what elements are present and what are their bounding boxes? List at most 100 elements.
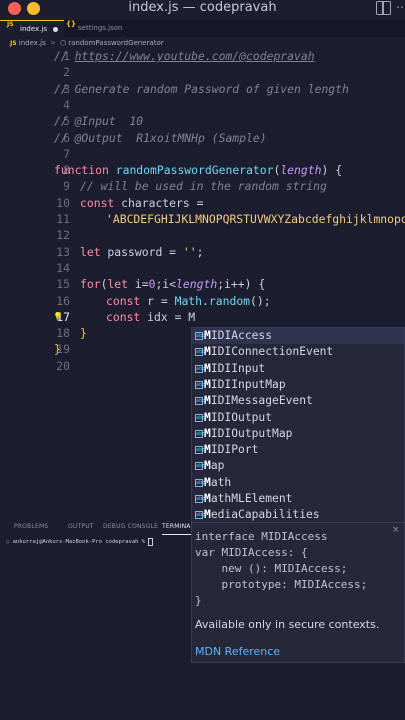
line-number: 10 <box>56 195 70 210</box>
keyword: const <box>80 195 115 210</box>
keyword: let <box>80 244 101 259</box>
window-title: index.js — codepravah <box>128 0 277 15</box>
line-number: 14 <box>56 260 70 275</box>
code-line-current: 17 💡 const idx = M <box>0 309 405 325</box>
suggestion-rest: ap <box>210 459 225 473</box>
breadcrumb-separator: > <box>50 39 56 47</box>
comment: // will be used in the random string <box>80 179 327 194</box>
code-line: 5// @Input 10 <box>0 113 405 129</box>
line-number: 15 <box>56 277 70 292</box>
text-suggestion-icon: abc <box>195 462 205 471</box>
code-text: password = <box>100 244 183 259</box>
suggestion-item[interactable]: abc MediaCapabilities <box>192 507 404 522</box>
function-name: random <box>208 293 251 308</box>
suggestion-item[interactable]: abc MIDIAccess <box>192 328 404 345</box>
text-suggestion-icon: abc <box>195 446 205 455</box>
youtube-link[interactable]: https://www.youtube.com/@codepravah <box>75 49 315 63</box>
suggestion-item[interactable]: abc MIDIOutput <box>192 410 404 426</box>
code-line: 7 <box>0 146 405 162</box>
tab-output[interactable]: OUTPUT <box>68 520 94 534</box>
comment: // <box>54 49 75 63</box>
toggle-layout-icon[interactable] <box>376 1 391 15</box>
unsaved-dot-icon[interactable] <box>53 27 58 32</box>
lightbulb-icon[interactable]: 💡 <box>53 309 63 325</box>
mdn-reference-link[interactable]: MDN Reference <box>195 645 280 658</box>
keyword: const <box>106 293 141 308</box>
keyword: let <box>107 277 129 292</box>
code-line: 12 <box>0 227 405 243</box>
line-number: 13 <box>56 244 70 259</box>
breadcrumb-symbol[interactable]: randomPasswordGenerator <box>68 39 163 47</box>
code-line: 8 function randomPasswordGenerator(length… <box>0 162 405 178</box>
code-text: idx = M <box>140 309 196 324</box>
suggestion-match: M <box>204 410 211 424</box>
suggestion-match: M <box>204 361 211 375</box>
suggestion-item[interactable]: abc MIDIOutputMap <box>192 426 404 442</box>
punctuation: . <box>202 293 209 308</box>
suggestion-rest: IDIOutputMap <box>210 426 293 440</box>
code-line: 14 <box>0 260 405 276</box>
suggestion-item[interactable]: abc MIDIInputMap <box>192 377 404 393</box>
line-number: 16 <box>56 293 70 308</box>
suggestion-item[interactable]: abc MIDIInput <box>192 361 404 377</box>
suggestion-list[interactable]: abc MIDIAccess abc MIDIConnectionEvent abc… <box>191 327 405 523</box>
text-suggestion-icon: abc <box>195 413 205 422</box>
line-number: 2 <box>63 65 70 80</box>
tab-settings-json[interactable]: {} settings.json <box>66 20 156 37</box>
suggestion-rest: IDIMessageEvent <box>210 394 313 408</box>
text-suggestion-icon: abc <box>195 495 205 503</box>
parameter: length <box>176 277 218 292</box>
tab-terminal[interactable]: TERMINAL <box>162 520 195 535</box>
text-suggestion-icon: abc <box>195 380 205 389</box>
code-line: 11 'ABCDEFGHIJKLMNOPQRSTUVWXYZabcdefghijk… <box>0 211 405 227</box>
text-suggestion-icon: abc <box>195 511 205 520</box>
tab-index-js[interactable]: JS index.js <box>0 20 64 37</box>
more-actions-icon[interactable]: ⋯ <box>396 0 405 14</box>
suggestion-match: M <box>204 394 211 408</box>
type-signature: interface MIDIAccess var MIDIAccess: { n… <box>195 530 368 607</box>
punctuation: (); <box>250 293 271 308</box>
suggestion-item[interactable]: abc Map <box>192 458 404 474</box>
function-name: randomPasswordGenerator <box>115 163 274 178</box>
code-line: 9 // will be used in the random string <box>0 178 405 194</box>
suggestion-item[interactable]: abc MathMLElement <box>192 491 404 507</box>
suggestion-rest: IDIInputMap <box>210 377 286 391</box>
punctuation: ) { <box>321 163 343 178</box>
comment: // Generate random Password of given len… <box>54 81 349 96</box>
code-text: ;i< <box>155 277 177 292</box>
suggestion-match: M <box>204 426 211 440</box>
terminal-cursor <box>148 537 154 546</box>
brace: } <box>80 326 87 341</box>
suggestion-item[interactable]: abc MIDIMessageEvent <box>192 393 404 409</box>
code-text: r = <box>140 293 175 308</box>
code-line: 15 for(let i=0;i<length;i++) { <box>0 276 405 292</box>
line-number: 18 <box>56 326 70 341</box>
suggestion-match: M <box>204 345 211 359</box>
suggestion-rest: athMLElement <box>210 492 293 505</box>
suggestion-rest: ath <box>210 475 232 489</box>
terminal[interactable]: ○ ankurraj@Ankurs-MacBook-Pro codepravah… <box>6 537 154 547</box>
tab-debug-console[interactable]: DEBUG CONSOLE <box>103 520 158 534</box>
code-line: 13 let password = ''; <box>0 244 405 260</box>
breadcrumb-file[interactable]: index.js <box>19 39 46 47</box>
suggestion-rest: IDIAccess <box>210 329 273 342</box>
tab-problems[interactable]: PROBLEMS <box>14 520 48 534</box>
line-number: 9 <box>63 179 70 194</box>
panel-tab-bar: PROBLEMS OUTPUT DEBUG CONSOLE TERMINAL <box>0 520 195 535</box>
title-bar: index.js — codepravah ⋯ <box>0 0 405 18</box>
line-number: 12 <box>56 228 70 243</box>
parameter: length <box>280 163 322 178</box>
code-line: 1// https://www.youtube.com/@codepravah <box>0 48 405 64</box>
close-details-icon[interactable]: × <box>392 525 400 535</box>
line-number: 4 <box>63 97 70 112</box>
suggestion-rest: ediaCapabilities <box>210 508 320 522</box>
suggestion-item[interactable]: abc MIDIPort <box>192 442 404 458</box>
suggestion-match: M <box>204 459 211 473</box>
code-line: 3// Generate random Password of given le… <box>0 81 405 97</box>
suggestion-details: × interface MIDIAccess var MIDIAccess: {… <box>191 523 405 663</box>
suggestion-match: M <box>204 329 211 342</box>
code-text: ;i++) { <box>217 277 266 292</box>
suggestion-item[interactable]: abc Math <box>192 475 404 491</box>
suggestion-item[interactable]: abc MIDIConnectionEvent <box>192 344 404 360</box>
code-text: i= <box>128 277 149 292</box>
